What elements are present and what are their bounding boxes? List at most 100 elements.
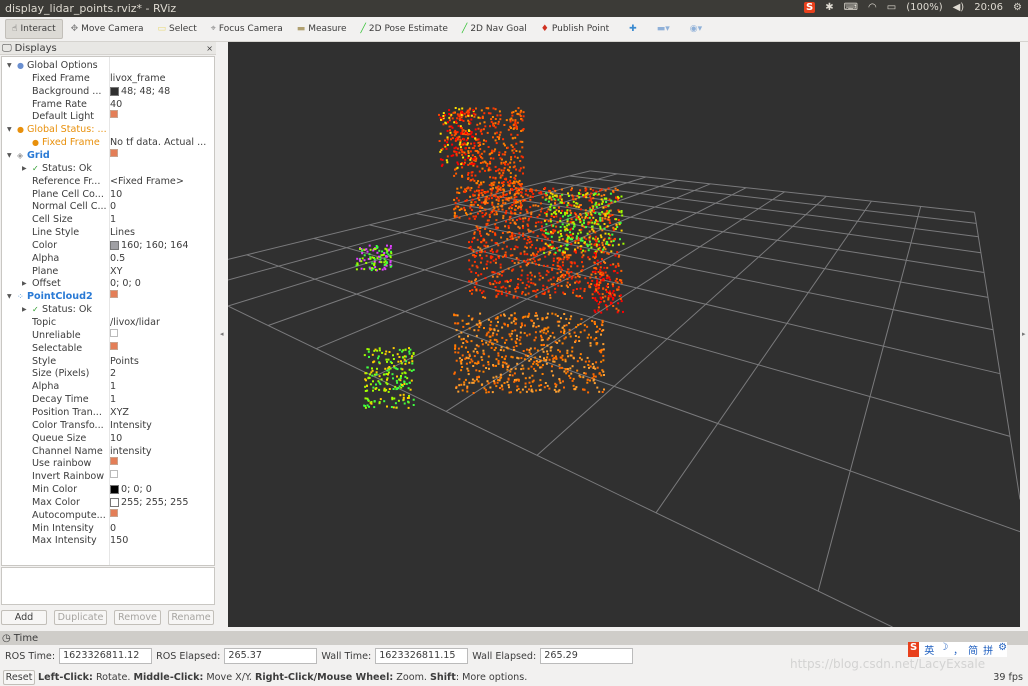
property-row[interactable]: ▼ ● Global Status: ...	[2, 123, 214, 136]
viewport-canvas[interactable]	[228, 42, 1020, 627]
property-value[interactable]: 0; 0; 0	[110, 483, 214, 496]
property-value[interactable]: 1	[110, 393, 214, 406]
property-value[interactable]	[110, 508, 214, 517]
property-row[interactable]: Color Transfo... Intensity	[2, 419, 214, 432]
camera-type-dropdown[interactable]: ▬▾	[651, 20, 676, 38]
add-button[interactable]: Add	[1, 610, 47, 625]
tool-interact[interactable]: ☝ Interact	[5, 19, 63, 39]
3d-viewport[interactable]	[228, 42, 1020, 627]
property-row[interactable]: Size (Pixels) 2	[2, 367, 214, 380]
property-value[interactable]: intensity	[110, 445, 214, 458]
property-value[interactable]: /livox/lidar	[110, 316, 214, 329]
property-row[interactable]: Selectable	[2, 341, 214, 355]
ime-item[interactable]: ☽	[939, 642, 948, 657]
property-value[interactable]: 255; 255; 255	[110, 496, 214, 509]
property-row[interactable]: Frame Rate 40	[2, 98, 214, 111]
wifi-icon[interactable]: ◠	[868, 2, 877, 13]
color-swatch[interactable]	[110, 497, 119, 507]
property-row[interactable]: Unreliable	[2, 328, 214, 342]
property-value[interactable]: 1	[110, 213, 214, 226]
expand-right-icon[interactable]: ▶	[22, 277, 27, 290]
property-row[interactable]: Max Intensity 150	[2, 534, 214, 547]
property-value[interactable]: 0; 0; 0	[110, 277, 214, 290]
expand-down-icon[interactable]: ▼	[7, 59, 12, 72]
property-row[interactable]: Min Intensity 0	[2, 522, 214, 535]
property-row[interactable]: Color 160; 160; 164	[2, 239, 214, 252]
property-value[interactable]: 0.5	[110, 252, 214, 265]
tool-2d-pose-estimate[interactable]: ╱ 2D Pose Estimate	[355, 20, 454, 38]
property-value[interactable]: livox_frame	[110, 72, 214, 85]
property-value[interactable]	[110, 148, 214, 157]
checkbox[interactable]	[110, 457, 118, 466]
checkbox[interactable]	[110, 341, 118, 350]
property-value[interactable]: 2	[110, 367, 214, 380]
clock[interactable]: 20:06	[974, 2, 1003, 13]
property-value[interactable]	[110, 341, 214, 350]
property-row[interactable]: Position Tran... XYZ	[2, 406, 214, 419]
property-row[interactable]: Queue Size 10	[2, 432, 214, 445]
property-row[interactable]: ▼ ⁘ PointCloud2	[2, 290, 214, 303]
expand-down-icon[interactable]: ▼	[7, 123, 12, 136]
bluetooth-icon[interactable]: ✱	[825, 2, 833, 13]
property-row[interactable]: Reference Fr... <Fixed Frame>	[2, 175, 214, 188]
battery-icon[interactable]: ▭	[887, 2, 896, 13]
ime-item[interactable]: ⚙	[998, 642, 1007, 657]
ime-logo-icon[interactable]: S	[803, 2, 816, 13]
property-row[interactable]: ▼ ● Global Options	[2, 59, 214, 72]
duplicate-button[interactable]: Duplicate	[54, 610, 107, 625]
property-value[interactable]: 48; 48; 48	[110, 85, 214, 98]
property-value[interactable]: 40	[110, 98, 214, 111]
checkbox[interactable]	[110, 508, 118, 517]
checkbox[interactable]	[110, 110, 118, 119]
property-row[interactable]: Topic/livox/lidar	[2, 316, 214, 329]
checkbox[interactable]	[110, 470, 118, 479]
view-menu-dropdown[interactable]: ◉▾	[684, 20, 708, 38]
checkbox[interactable]	[110, 290, 118, 299]
property-row[interactable]: Style Points	[2, 355, 214, 368]
property-value[interactable]: XYZ	[110, 406, 214, 419]
property-row[interactable]: Plane Cell Co... 10	[2, 188, 214, 201]
property-value[interactable]	[110, 457, 214, 466]
tool-measure[interactable]: ▬ Measure	[291, 20, 353, 38]
property-value[interactable]	[110, 328, 214, 337]
settings-icon[interactable]: ⚙	[1013, 2, 1022, 13]
property-row[interactable]: ▶ ✓ Status: Ok	[2, 162, 214, 175]
property-value[interactable]: 160; 160; 164	[110, 239, 214, 252]
property-value[interactable]	[110, 470, 214, 479]
expand-right-icon[interactable]: ▶	[22, 162, 27, 175]
property-value[interactable]: 150	[110, 534, 214, 547]
property-row[interactable]: Default Light	[2, 110, 214, 123]
property-row[interactable]: Invert Rainbow	[2, 470, 214, 483]
property-value[interactable]: <Fixed Frame>	[110, 175, 214, 188]
property-row[interactable]: Decay Time 1	[2, 393, 214, 406]
left-splitter[interactable]: ◂	[220, 330, 224, 338]
property-row[interactable]: Background ... 48; 48; 48	[2, 85, 214, 98]
color-swatch[interactable]	[110, 485, 119, 495]
tool-focus-camera[interactable]: ⌖ Focus Camera	[205, 20, 289, 38]
checkbox[interactable]	[110, 148, 118, 157]
expand-down-icon[interactable]: ▼	[7, 149, 12, 162]
right-splitter[interactable]: ▸	[1022, 330, 1026, 338]
property-row[interactable]: Fixed Frame livox_frame	[2, 72, 214, 85]
ime-item[interactable]: 简	[968, 642, 978, 657]
property-value[interactable]	[110, 290, 214, 299]
ime-item[interactable]: ，	[953, 642, 963, 657]
property-value[interactable]: XY	[110, 265, 214, 278]
property-value[interactable]: Lines	[110, 226, 214, 239]
ros-time-field[interactable]: 1623326811.12	[59, 648, 153, 664]
property-value[interactable]: 0	[110, 522, 214, 535]
property-row[interactable]: Alpha 1	[2, 380, 214, 393]
ime-logo-icon[interactable]: S	[908, 642, 920, 657]
property-value[interactable]: Intensity	[110, 419, 214, 432]
property-row[interactable]: ▶ ✓ Status: Ok	[2, 303, 214, 316]
color-swatch[interactable]	[110, 86, 119, 96]
property-value[interactable]: 0	[110, 200, 214, 213]
tool-2d-nav-goal[interactable]: ╱ 2D Nav Goal	[456, 20, 533, 38]
property-value[interactable]: 10	[110, 188, 214, 201]
property-row[interactable]: ▼ ◈ Grid	[2, 148, 214, 162]
property-row[interactable]: ▶ Offset 0; 0; 0	[2, 277, 214, 290]
checkbox[interactable]	[110, 328, 118, 337]
expand-down-icon[interactable]: ▼	[7, 290, 12, 303]
ros-elapsed-field[interactable]: 265.37	[224, 648, 318, 664]
property-value[interactable]: 10	[110, 432, 214, 445]
